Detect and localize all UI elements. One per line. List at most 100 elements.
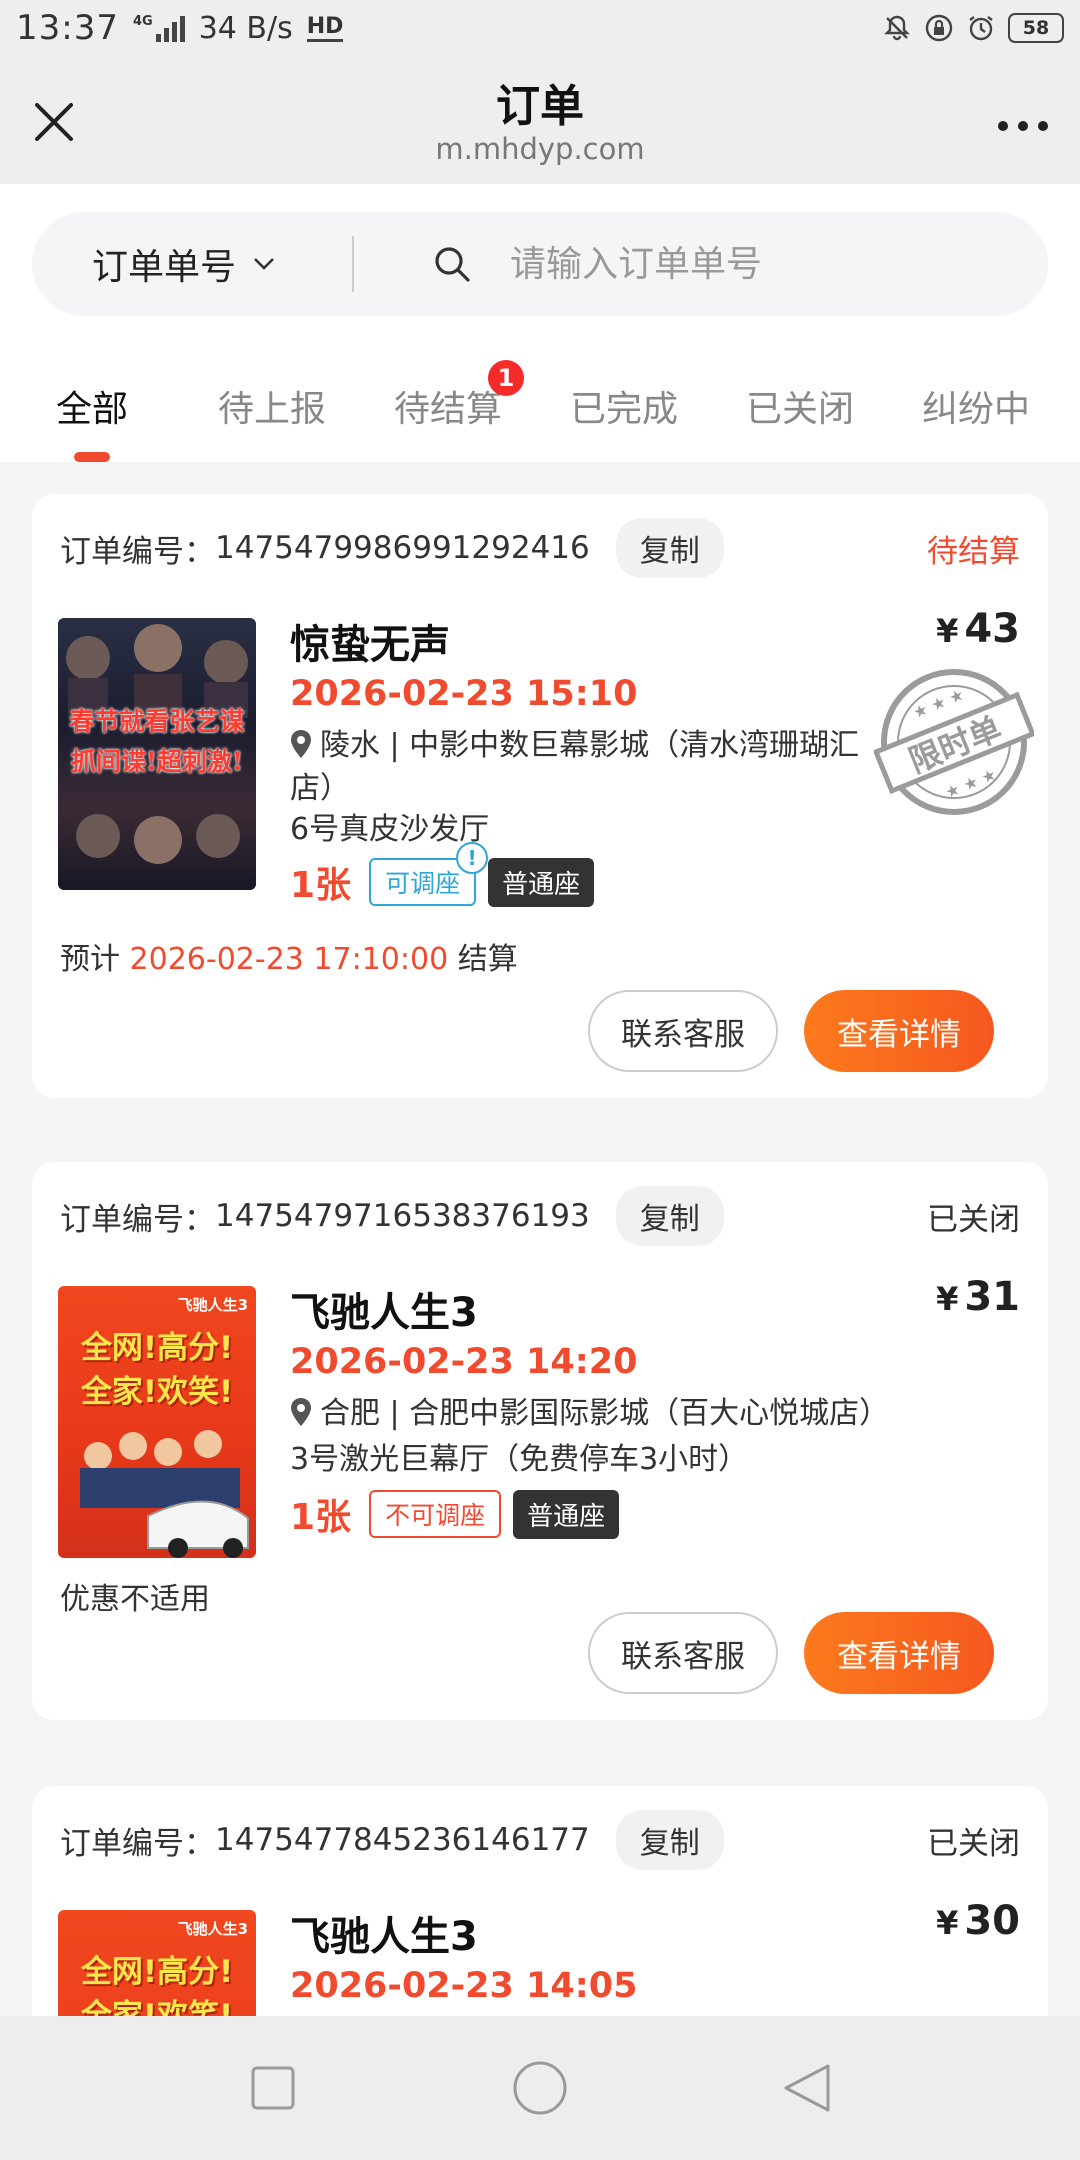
status-tabs: 全部 待上报 待结算 1 已完成 已关闭 纠纷中 <box>0 334 1080 462</box>
contact-service-button[interactable]: 联系客服 <box>588 990 778 1072</box>
hd-icon: HD <box>306 14 344 42</box>
page-title: 订单 <box>496 81 584 132</box>
network-speed: 34 B/s <box>198 10 293 46</box>
order-status: 待结算 <box>927 533 1020 570</box>
poster-logo: 飞驰人生3 <box>177 1920 248 1938</box>
location-pin-icon <box>291 1398 311 1426</box>
tab-all[interactable]: 全部 <box>0 334 184 462</box>
price: ¥31 <box>936 1274 1020 1320</box>
network-type: 4G <box>132 14 153 29</box>
view-details-button[interactable]: 查看详情 <box>804 990 994 1072</box>
ticket-count: 1张 <box>290 1497 352 1538</box>
nav-bar: 订单 m.mhdyp.com <box>0 56 1080 184</box>
tab-pending-report[interactable]: 待上报 <box>184 334 360 462</box>
battery-indicator: 58 <box>1008 13 1064 43</box>
tab-closed[interactable]: 已关闭 <box>712 334 888 462</box>
tab-label: 纠纷中 <box>921 389 1030 430</box>
lock-rotation-icon <box>924 13 954 43</box>
order-number: 1475479986991292416 <box>215 530 590 566</box>
hall-name: 6号真皮沙发厅 <box>290 812 490 847</box>
note-prefix: 预计 <box>60 942 130 977</box>
price-value: 43 <box>964 606 1020 652</box>
hall-name: 3号激光巨幕厅（免费停车3小时） <box>290 1442 749 1477</box>
order-header: 订单编号： 1475479986991292416 复制 待结算 <box>60 518 1020 578</box>
movie-title: 惊蛰无声 <box>290 622 450 668</box>
order-number: 1475477845236146177 <box>215 1822 590 1858</box>
page-url: m.mhdyp.com <box>435 132 645 166</box>
ticket-count: 1张 <box>290 865 352 906</box>
tab-label: 待上报 <box>217 389 326 430</box>
search-bar: 订单单号 <box>32 212 1048 316</box>
search-type-dropdown[interactable]: 订单单号 <box>32 238 352 290</box>
poster-text: 春节就看张艺谋 抓间谍!超刺激! <box>58 702 256 782</box>
tab-label: 已完成 <box>569 389 678 430</box>
order-header: 订单编号： 1475479716538376193 复制 已关闭 <box>60 1186 1020 1246</box>
chevron-down-icon <box>254 258 274 270</box>
copy-button[interactable]: 复制 <box>615 518 724 578</box>
order-number: 1475479716538376193 <box>215 1198 590 1234</box>
back-triangle-icon[interactable] <box>777 2058 837 2118</box>
price: ¥30 <box>936 1898 1020 1944</box>
tab-pending-settlement[interactable]: 待结算 1 <box>360 334 536 462</box>
seat-not-adjustable-tag: 不可调座 <box>369 1490 502 1538</box>
settlement-time: 2026-02-23 17:10:00 <box>129 942 449 977</box>
poster-art <box>80 1430 249 1558</box>
tag-text: 可调座 <box>385 869 461 898</box>
price-value: 30 <box>964 1898 1020 1944</box>
contact-service-button[interactable]: 联系客服 <box>588 1612 778 1694</box>
signal-icon: 4G <box>133 14 185 42</box>
settlement-note: 预计 2026-02-23 17:10:00 结算 <box>60 934 518 978</box>
poster-line: 全网!高分! <box>80 1954 234 1990</box>
more-dots-icon[interactable] <box>988 106 1058 146</box>
movie-poster[interactable]: 春节就看张艺谋 抓间谍!超刺激! <box>58 618 256 890</box>
note-suffix: 结算 <box>448 942 518 977</box>
seat-adjustable-tag[interactable]: 可调座! <box>369 842 489 906</box>
info-icon[interactable]: ! <box>456 842 489 874</box>
copy-button[interactable]: 复制 <box>615 1810 724 1870</box>
tab-label: 已关闭 <box>745 389 854 430</box>
order-card: 订单编号： 1475479986991292416 复制 待结算 春节就看张艺谋… <box>32 494 1048 1098</box>
seat-type-tag: 普通座 <box>488 857 595 907</box>
copy-button[interactable]: 复制 <box>615 1186 724 1246</box>
order-card: 订单编号： 1475479716538376193 复制 已关闭 飞驰人生3 全… <box>32 1162 1048 1720</box>
ticket-info: 1张 不可调座 普通座 <box>290 1488 620 1540</box>
order-number-label: 订单编号： <box>60 1825 215 1862</box>
tab-dispute[interactable]: 纠纷中 <box>888 334 1064 462</box>
order-status: 已关闭 <box>927 1201 1020 1238</box>
showtime: 2026-02-23 15:10 <box>290 674 638 714</box>
currency-symbol: ¥ <box>936 1280 959 1318</box>
search-type-label: 订单单号 <box>92 247 237 288</box>
showtime: 2026-02-23 14:05 <box>290 1966 638 2006</box>
home-circle-icon[interactable] <box>510 2058 570 2118</box>
tab-completed[interactable]: 已完成 <box>536 334 712 462</box>
discount-note: 优惠不适用 <box>60 1582 210 1617</box>
tab-badge: 1 <box>488 360 524 396</box>
currency-symbol: ¥ <box>936 612 959 650</box>
status-time: 13:37 <box>16 8 119 48</box>
cinema-location: 合肥 | 合肥中影国际影城（百大心悦城店） <box>290 1392 990 1435</box>
view-details-button[interactable]: 查看详情 <box>804 1612 994 1694</box>
poster-line: 春节就看张艺谋 <box>69 707 245 736</box>
system-navigation-bar <box>0 2016 1080 2160</box>
order-number-search-input[interactable] <box>510 243 990 285</box>
tab-label: 全部 <box>55 389 128 430</box>
tab-label: 待结算 <box>393 389 502 430</box>
price-value: 31 <box>964 1274 1020 1320</box>
status-bar: 13:37 4G 34 B/s HD 58 <box>0 0 1080 56</box>
limited-time-stamp: 限时单 ★ ★ ★ ★ ★ ★ <box>874 669 1034 815</box>
showtime: 2026-02-23 14:20 <box>290 1342 638 1382</box>
location-text: 合肥 | 合肥中影国际影城（百大心悦城店） <box>320 1396 890 1431</box>
mute-bell-icon <box>882 13 912 43</box>
movie-poster[interactable]: 飞驰人生3 全网!高分! 全家!欢笑! <box>58 1286 256 1558</box>
alarm-icon <box>966 13 996 43</box>
location-text: 陵水 | 中影中数巨幕影城（清水湾珊瑚汇店） <box>290 728 860 806</box>
ticket-info: 1张 可调座! 普通座 <box>290 842 595 908</box>
seat-type-tag: 普通座 <box>513 1489 620 1539</box>
order-number-label: 订单编号： <box>60 1201 215 1238</box>
recent-apps-square-icon[interactable] <box>243 2058 303 2118</box>
currency-symbol: ¥ <box>936 1904 959 1942</box>
cinema-location: 陵水 | 中影中数巨幕影城（清水湾珊瑚汇店） <box>290 724 890 810</box>
price: ¥43 <box>936 606 1020 652</box>
order-status: 已关闭 <box>927 1825 1020 1862</box>
location-pin-icon <box>291 730 311 758</box>
